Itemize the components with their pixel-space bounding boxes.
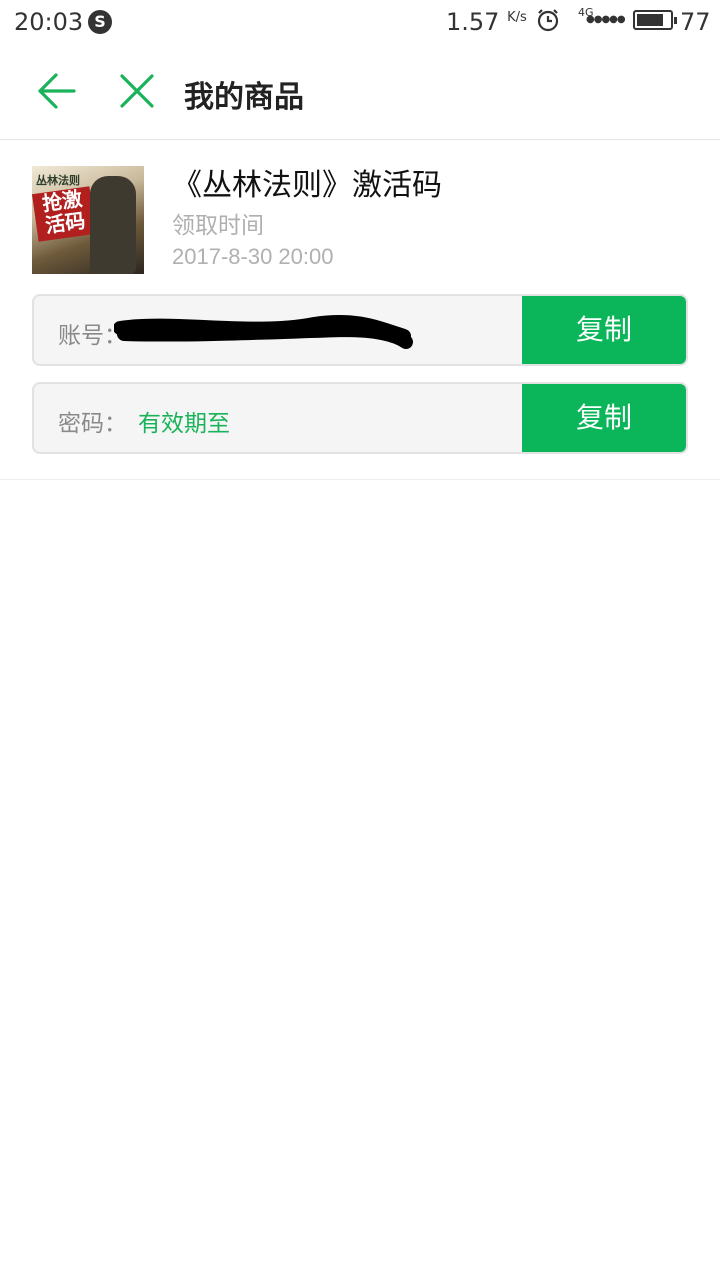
copy-account-button[interactable]: 复制	[522, 296, 686, 364]
battery-icon	[633, 10, 677, 30]
alarm-icon	[537, 9, 559, 32]
password-field: 密码： 有效期至 复制	[32, 382, 688, 454]
network-speed-unit: K/s	[507, 10, 527, 25]
thumbnail-soldier-figure	[90, 176, 136, 274]
nav-bar: 我的商品	[0, 44, 720, 140]
copy-password-button[interactable]: 复制	[522, 384, 686, 452]
redaction-scribble	[114, 314, 413, 349]
product-title: 《丛林法则》激活码	[172, 168, 442, 203]
claim-time-value: 2017-8-30 20:00	[172, 244, 334, 269]
network-speed-value: 1.57	[446, 8, 500, 36]
thumbnail-banner-text: 抢激活码	[32, 186, 97, 242]
claim-time-label: 领取时间	[172, 213, 264, 239]
account-field: 账号： 复制	[32, 294, 688, 366]
product-thumbnail: 丛林法则 抢激活码	[32, 166, 144, 274]
notification-app-icon: S	[88, 10, 112, 34]
status-time: 20:03	[14, 8, 84, 36]
page-title: 我的商品	[184, 80, 304, 115]
status-bar: 20:03 S 1.57 K/s 4G ●●●●● 77	[0, 0, 720, 44]
password-value: 有效期至	[138, 411, 230, 437]
battery-percent: 77	[680, 8, 711, 36]
signal-icon: ●●●●●	[586, 14, 626, 25]
back-arrow-icon[interactable]	[36, 70, 78, 112]
password-label: 密码：	[58, 411, 127, 437]
network-speed: 1.57 K/s	[446, 8, 527, 36]
thumbnail-logo-text: 丛林法则	[36, 174, 80, 187]
product-card: 丛林法则 抢激活码 《丛林法则》激活码 领取时间 2017-8-30 20:00…	[0, 140, 720, 480]
close-icon[interactable]	[116, 70, 158, 112]
